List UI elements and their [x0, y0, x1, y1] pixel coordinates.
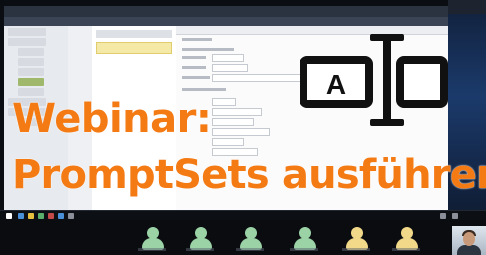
tree-item-selected: [18, 78, 44, 86]
tree-item: [18, 48, 44, 56]
form-field: [212, 138, 244, 146]
participant-avatar-icon: [392, 224, 420, 254]
taskbar-app-icon: [58, 213, 64, 219]
title-line-1: Webinar:: [12, 96, 212, 142]
participant-avatar-icon: [186, 224, 214, 254]
video-thumbnail: A Webinar: PromptSets ausführen: [0, 0, 486, 255]
form-label: [182, 76, 210, 79]
participant-avatar-icon: [342, 224, 370, 254]
list-item-highlighted: [96, 42, 172, 54]
form-field: [212, 108, 262, 116]
title-line-2: PromptSets ausführen: [12, 152, 486, 198]
form-field: [212, 128, 270, 136]
tree-item: [18, 58, 44, 66]
svg-text:A: A: [326, 69, 346, 100]
app-toolbar: [4, 17, 454, 26]
form-field: [212, 64, 248, 72]
tray-icon: [452, 213, 458, 219]
list-header: [96, 30, 172, 38]
form-label: [182, 66, 206, 69]
tree-item: [18, 68, 44, 76]
form-label: [182, 88, 226, 91]
form-field: [212, 74, 304, 82]
form-field: [212, 54, 244, 62]
tree-item: [8, 38, 46, 46]
form-label: [182, 48, 234, 51]
participant-avatar-icon: [290, 224, 318, 254]
taskbar-app-icon: [38, 213, 44, 219]
form-field: [212, 118, 254, 126]
start-icon: [6, 213, 12, 219]
tray-icon: [440, 213, 446, 219]
form-label: [182, 38, 212, 41]
text-input-icon: A: [299, 30, 450, 130]
desktop-topbar: [448, 0, 486, 14]
taskbar-app-icon: [28, 213, 34, 219]
taskbar-app-icon: [68, 213, 74, 219]
taskbar-app-icon: [48, 213, 54, 219]
participant-avatar-icon: [138, 224, 166, 254]
tree-item: [8, 28, 46, 36]
participant-avatar-icon: [236, 224, 264, 254]
app-topbar: [4, 6, 454, 17]
presenter-webcam: [452, 226, 486, 255]
meeting-participant-strip: [0, 220, 486, 255]
form-field: [212, 98, 236, 106]
tree-item: [18, 88, 44, 96]
taskbar-app-icon: [18, 213, 24, 219]
form-label: [182, 56, 206, 59]
